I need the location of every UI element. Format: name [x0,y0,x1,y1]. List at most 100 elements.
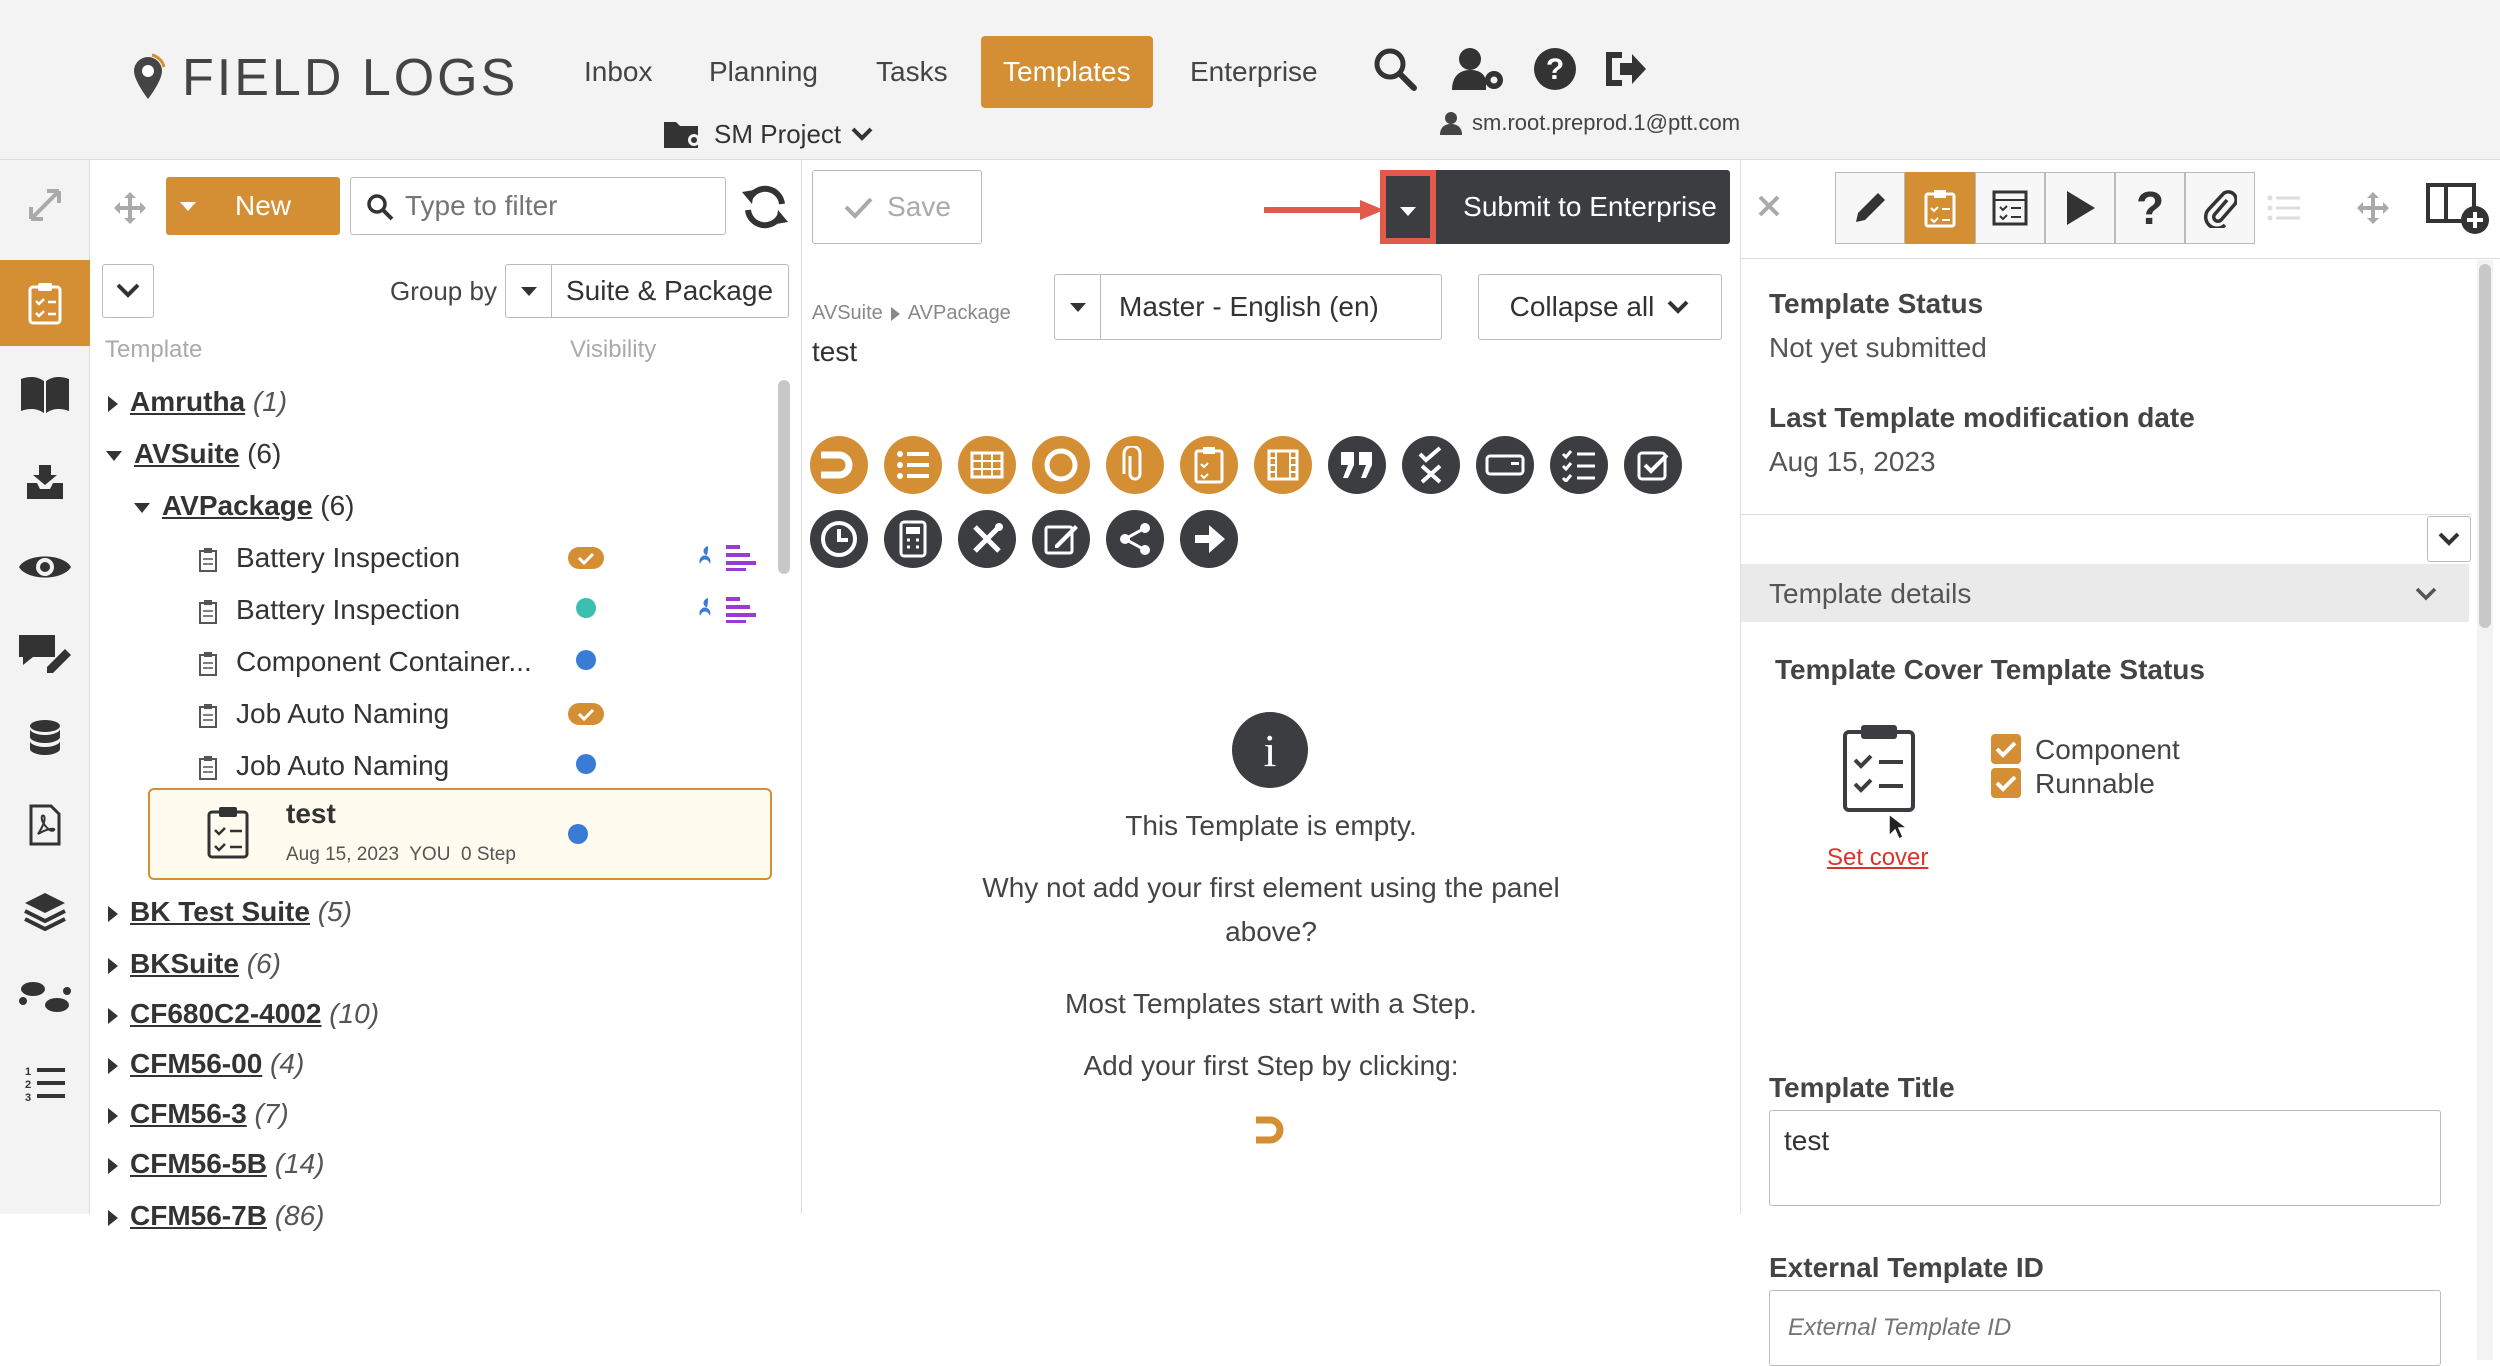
breadcrumb-package[interactable]: AVPackage [908,302,1011,325]
group-by-select[interactable]: Suite & Package [505,264,789,318]
template-row[interactable]: Job Auto Naming [198,746,449,786]
share-icon[interactable] [1106,510,1164,568]
suite-cfm56-7b[interactable]: CFM56-7B (86) [108,1196,325,1236]
suite-bksuite[interactable]: BKSuite (6) [108,944,281,984]
add-panel-icon[interactable] [2425,182,2491,236]
brand-logo[interactable]: FIELD LOGS [128,48,518,108]
template-row[interactable]: Battery Inspection [198,538,460,578]
nav-enterprise[interactable]: Enterprise [1168,36,1340,108]
clock-icon[interactable] [810,510,868,568]
svg-text:?: ? [1546,53,1564,86]
suite-bk-test-suite[interactable]: BK Test Suite (5) [108,892,352,932]
help-icon[interactable]: ? [1530,44,1580,94]
circle-icon[interactable] [1032,436,1090,494]
input-field-icon[interactable] [1476,436,1534,494]
suite-cfm56-3[interactable]: CFM56-3 (7) [108,1094,289,1134]
clipboard-icon [199,703,217,728]
expand-icon[interactable] [0,170,90,240]
package-avpackage[interactable]: AVPackage (6) [134,486,354,526]
svg-text:?: ? [2136,186,2164,230]
svg-text:3: 3 [25,1092,31,1103]
move-icon[interactable] [2355,190,2391,226]
refresh-icon[interactable] [740,182,790,232]
eye-icon[interactable] [0,524,90,610]
set-cover-link[interactable]: Set cover [1827,844,1928,872]
template-row[interactable]: Battery Inspection [198,590,460,630]
empty-line-1: Why not add your first element using the… [982,872,1560,903]
project-selector[interactable]: SM Project [662,118,873,150]
nav-inbox[interactable]: Inbox [562,36,675,108]
form-preview-icon[interactable] [1975,172,2045,244]
nav-templates[interactable]: Templates [981,36,1153,108]
video-icon[interactable] [1254,436,1312,494]
add-step-icon[interactable] [1252,1112,1292,1148]
checkbox-icon[interactable] [1624,436,1682,494]
suite-avsuite[interactable]: AVSuite (6) [106,434,281,474]
suite-cfm56-5b[interactable]: CFM56-5B (14) [108,1144,325,1184]
comment-edit-icon[interactable] [0,610,90,696]
user-email: sm.root.preprod.1@ptt.com [1472,110,1741,135]
details-collapse-dropdown[interactable] [2427,516,2471,562]
expand-all-dropdown[interactable] [102,264,154,318]
template-clipboard-icon[interactable] [1905,172,1975,244]
collapse-all-button[interactable]: Collapse all [1478,274,1722,340]
chevron-down-icon [116,283,140,298]
save-label: Save [887,191,951,222]
paperclip-icon[interactable] [2185,172,2255,244]
template-row[interactable]: Component Container... [198,642,532,682]
database-icon[interactable] [0,696,90,782]
move-icon[interactable] [112,190,148,226]
play-icon[interactable] [2045,172,2115,244]
list-icon[interactable] [884,436,942,494]
step-icon[interactable] [810,436,868,494]
caret-down-icon [1070,303,1086,312]
template-cover-image[interactable] [1841,722,1917,814]
checklist-icon[interactable] [1180,436,1238,494]
attachment-icon[interactable] [1106,436,1164,494]
signature-icon[interactable] [1032,510,1090,568]
nav-tasks[interactable]: Tasks [854,36,970,108]
template-details-header[interactable]: Template details [1741,564,2469,622]
selected-template-row[interactable]: test Aug 15, 2023 YOU 0 Step [148,788,772,880]
calculator-icon[interactable] [884,510,942,568]
multi-check-icon[interactable] [1550,436,1608,494]
check-cross-icon[interactable] [1402,436,1460,494]
external-id-field[interactable] [1769,1290,2441,1366]
details-scrollbar[interactable] [2479,264,2491,628]
tools-icon[interactable] [958,510,1016,568]
component-checkbox[interactable] [1991,734,2021,764]
nav-planning[interactable]: Planning [687,36,840,108]
numbered-list-icon[interactable]: 123 [0,1040,90,1126]
book-icon[interactable] [0,352,90,438]
template-title-field[interactable]: test [1769,1110,2441,1206]
submit-to-enterprise-button[interactable]: Submit to Enterprise [1450,170,1730,244]
edit-pencil-icon[interactable] [1835,172,1905,244]
search-icon[interactable] [1370,44,1420,94]
question-icon[interactable]: ? [2115,172,2185,244]
runnable-checkbox[interactable] [1991,768,2021,798]
user-settings-icon[interactable] [1450,44,1503,94]
template-row[interactable]: Job Auto Naming [198,694,449,734]
suite-amrutha[interactable]: Amrutha (1) [108,382,287,422]
quote-icon[interactable] [1328,436,1386,494]
arrow-right-icon[interactable] [1180,510,1238,568]
layers-icon[interactable] [0,868,90,954]
save-button[interactable]: Save [812,170,982,244]
close-icon[interactable] [1755,192,1783,220]
filter-input[interactable] [405,186,715,226]
pdf-icon[interactable] [0,782,90,868]
inbox-download-icon[interactable] [0,438,90,524]
new-template-button[interactable]: New [166,177,340,235]
empty-line-2: above? [1225,916,1317,947]
templates-rail-icon[interactable] [0,260,90,346]
submit-options-dropdown[interactable] [1380,170,1436,244]
suite-cf680c2-4002[interactable]: CF680C2-4002 (10) [108,994,379,1034]
tree-scrollbar[interactable] [778,380,790,574]
footsteps-icon[interactable] [0,954,90,1040]
logout-icon[interactable] [1600,44,1650,94]
breadcrumb-suite[interactable]: AVSuite [812,302,883,325]
language-select[interactable]: Master - English (en) [1054,274,1442,340]
table-icon[interactable] [958,436,1016,494]
runnable-label: Runnable [2035,768,2155,799]
suite-cfm56-00[interactable]: CFM56-00 (4) [108,1044,304,1084]
